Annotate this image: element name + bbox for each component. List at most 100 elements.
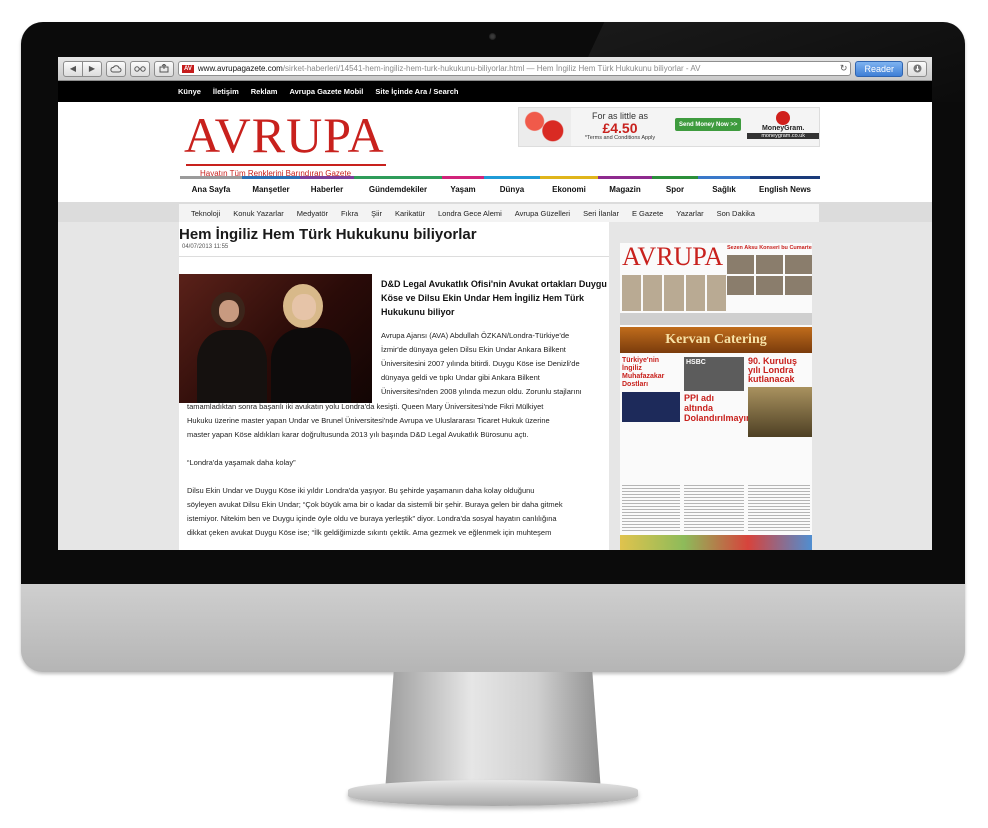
newspaper-logo: AVRUPA	[622, 243, 724, 271]
subnav-teknoloji[interactable]: Teknoloji	[191, 209, 220, 218]
downloads-button[interactable]	[907, 60, 927, 77]
column-1-title: Türkiye'nin İngiliz Muhafazakar Dostları	[622, 357, 665, 388]
subnav-son-dakika[interactable]: Son Dakika	[717, 209, 755, 218]
text-line: dikkat çeken avukat Duygu Köse ise; “İlk…	[187, 528, 552, 537]
icloud-tabs-button[interactable]	[106, 60, 126, 77]
nav-haberler[interactable]: Haberler	[300, 176, 354, 200]
browser-screen: ◀ ▶ AV www.avrupagazete.com /sirket-habe…	[58, 57, 932, 550]
glasses-icon	[134, 65, 146, 72]
moneygram-url: moneygram.co.uk	[747, 133, 819, 139]
text-line: tamamladıktan sonra başarılı iki avukatı…	[187, 402, 544, 411]
nav-yasam[interactable]: Yaşam	[442, 176, 484, 200]
article-paragraph-side: Avrupa Ajansı (AVA) Abdullah ÖZKAN/Londr…	[381, 329, 608, 399]
nav-gundemdekiler[interactable]: Gündemdekiler	[354, 176, 442, 200]
moneygram-logo-icon	[776, 111, 791, 125]
newspaper-bottom-ads	[620, 535, 812, 550]
browser-toolbar: ◀ ▶ AV www.avrupagazete.com /sirket-habe…	[58, 57, 932, 81]
divider	[179, 256, 609, 257]
text-line: Üniversitesini 2007 yılında bitirdi. Duy…	[381, 359, 580, 368]
nav-english-news[interactable]: English News	[750, 176, 820, 200]
page-content: Hem İngiliz Hem Türk Hukukunu biliyorlar…	[58, 222, 932, 550]
newspaper-ad-bar	[620, 313, 812, 325]
article-paragraph-1: tamamladıktan sonra başarılı iki avukatı…	[187, 400, 607, 442]
subnav-siir[interactable]: Şiir	[371, 209, 382, 218]
text-line: Dilsu Ekin Undar ve Duygu Köse iki yıldı…	[187, 486, 535, 495]
url-path-title: /sirket-haberleri/14541-hem-ingiliz-hem-…	[282, 64, 701, 73]
sub-nav: Teknoloji Konuk Yazarlar Medyatör Fıkra …	[58, 202, 932, 224]
text-line: master yapan Köse aldıkları karar doğrul…	[187, 430, 529, 439]
nav-spor[interactable]: Spor	[652, 176, 698, 200]
subnav-e-gazete[interactable]: E Gazete	[632, 209, 663, 218]
text-line: İzmir'de dünyaya gelen Dilsu Ekin Undar …	[381, 345, 566, 354]
back-icon: ◀	[69, 64, 77, 73]
topnav-search[interactable]: Site İçinde Ara / Search	[375, 87, 458, 96]
send-money-button[interactable]: Send Money Now >>	[675, 118, 742, 131]
site-header: AVRUPA Hayatın Tüm Renklerini Barındıran…	[58, 102, 932, 202]
url-host: www.avrupagazete.com	[197, 64, 283, 73]
moneygram-brand: MoneyGram. moneygram.co.uk	[747, 108, 819, 146]
text-line: istemiyor. Nitekim ben ve Duygu içinde ö…	[187, 514, 557, 523]
site-favicon: AV	[182, 64, 194, 73]
cloud-icon	[110, 64, 122, 72]
back-button[interactable]: ◀	[63, 60, 83, 77]
text-line: dünyaya geldi ve tıpkı Undar gibi Ankara…	[381, 373, 540, 382]
reload-icon[interactable]: ↻	[840, 63, 848, 74]
nav-saglik[interactable]: Sağlık	[698, 176, 750, 200]
column-2-title: PPI adı altında Dolandırılmayın	[684, 393, 752, 423]
main-nav: Ana Sayfa Manşetler Haberler Gündemdekil…	[180, 176, 820, 200]
article-title: Hem İngiliz Hem Türk Hukukunu biliyorlar	[179, 226, 477, 243]
article-paragraph-2: Dilsu Ekin Undar ve Duygu Köse iki yıldı…	[187, 484, 607, 540]
e-gazete-preview[interactable]: AVRUPA Sezen Aksu Konseri bu Cumartesi K…	[620, 243, 812, 550]
forward-icon: ▶	[88, 64, 96, 73]
kervan-catering-ad: Kervan Catering	[620, 327, 812, 353]
topnav-mobil[interactable]: Avrupa Gazete Mobil	[289, 87, 363, 96]
download-icon	[913, 64, 921, 73]
reader-button[interactable]: Reader	[855, 60, 903, 77]
nav-ana-sayfa[interactable]: Ana Sayfa	[180, 176, 242, 200]
text-line: Avrupa Ajansı (AVA) Abdullah ÖZKAN/Londr…	[381, 331, 570, 340]
nav-mansetler[interactable]: Manşetler	[242, 176, 300, 200]
column-1-photo	[622, 392, 680, 422]
ad-text: For as little as £4.50 *Terms and Condit…	[571, 108, 669, 146]
subnav-karikatur[interactable]: Karikatür	[395, 209, 425, 218]
article-date: 04/07/2013 11:55	[182, 244, 229, 250]
moneygram-banner-ad[interactable]: For as little as £4.50 *Terms and Condit…	[518, 107, 820, 147]
topnav-kunye[interactable]: Künye	[178, 87, 201, 96]
subnav-yazarlar[interactable]: Yazarlar	[676, 209, 703, 218]
moneygram-name: MoneyGram.	[761, 125, 805, 132]
share-icon	[159, 64, 169, 73]
nav-dunya[interactable]: Dünya	[484, 176, 540, 200]
newspaper-photo-strip	[622, 275, 726, 311]
column-3-title: 90. Kuruluş yılı Londra kutlanacak	[748, 356, 798, 384]
subnav-avrupa-guzelleri[interactable]: Avrupa Güzelleri	[515, 209, 570, 218]
site-logo[interactable]: AVRUPA	[184, 110, 385, 160]
article-photo[interactable]	[179, 274, 372, 403]
subnav-londra-gece-alemi[interactable]: Londra Gece Alemi	[438, 209, 502, 218]
subnav-fikra[interactable]: Fıkra	[341, 209, 358, 218]
monitor-stand-neck	[385, 672, 601, 792]
newspaper-thumbnails	[727, 255, 812, 295]
newspaper-column-3: 90. Kuruluş yılı Londra kutlanacak	[748, 357, 812, 437]
article-lead: D&D Legal Avukatlık Ofisi'nin Avukat ort…	[381, 279, 607, 317]
topnav-reklam[interactable]: Reklam	[251, 87, 278, 96]
coins-graphic	[519, 108, 571, 146]
subnav-konuk-yazarlar[interactable]: Konuk Yazarlar	[233, 209, 284, 218]
nav-ekonomi[interactable]: Ekonomi	[540, 176, 598, 200]
text-line: Üniversitesi'nden 2008 yılında mezun old…	[381, 387, 582, 396]
reading-list-button[interactable]	[130, 60, 150, 77]
newspaper-column-1: Türkiye'nin İngiliz Muhafazakar Dostları	[622, 357, 680, 422]
address-bar[interactable]: AV www.avrupagazete.com /sirket-haberler…	[178, 61, 852, 76]
logo-underline	[186, 164, 386, 166]
subnav-seri-ilanlar[interactable]: Seri İlanlar	[583, 209, 619, 218]
newspaper-text-block	[622, 483, 680, 533]
monitor-stand-foot	[348, 780, 638, 806]
hsbc-photo: HSBC	[684, 357, 744, 391]
article: Hem İngiliz Hem Türk Hukukunu biliyorlar…	[179, 222, 609, 550]
forward-button[interactable]: ▶	[83, 60, 102, 77]
topnav-iletisim[interactable]: İletişim	[213, 87, 239, 96]
share-button[interactable]	[154, 60, 174, 77]
subnav-medyator[interactable]: Medyatör	[297, 209, 328, 218]
monitor-chin	[21, 584, 965, 672]
ad-terms: *Terms and Conditions Apply	[584, 135, 656, 141]
nav-magazin[interactable]: Magazin	[598, 176, 652, 200]
